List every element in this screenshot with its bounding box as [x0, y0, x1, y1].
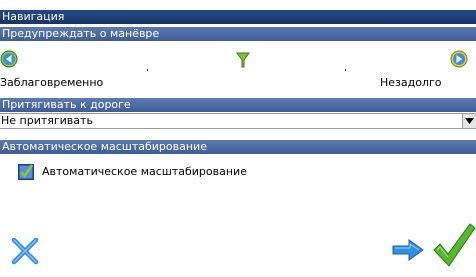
window-title: Навигация [0, 10, 476, 24]
slider-tick [147, 69, 148, 71]
slider-thumb-icon[interactable] [234, 51, 252, 69]
auto-zoom-checkbox-label: Автоматическое масштабирование [42, 165, 247, 178]
snap-to-road-select[interactable]: Не притягивать [0, 113, 476, 129]
select-value: Не притягивать [1, 114, 93, 127]
chevron-down-icon[interactable] [462, 114, 476, 128]
ok-button[interactable] [432, 222, 476, 268]
snap-to-road-header: Притягивать к дороге [0, 98, 476, 112]
slider-tick [345, 69, 346, 71]
slider-label-left: Заблаговременно [0, 76, 104, 89]
maneuver-warning-header: Предупреждать о манёвре [0, 27, 476, 41]
next-button[interactable] [391, 239, 425, 261]
auto-zoom-header: Автоматическое масштабирование [0, 140, 476, 154]
auto-zoom-checkbox[interactable] [18, 164, 34, 180]
arrow-right-circle-icon[interactable] [450, 50, 468, 68]
arrow-left-icon[interactable] [0, 50, 18, 68]
cancel-button[interactable] [10, 236, 40, 266]
slider-label-right: Незадолго [380, 76, 442, 89]
